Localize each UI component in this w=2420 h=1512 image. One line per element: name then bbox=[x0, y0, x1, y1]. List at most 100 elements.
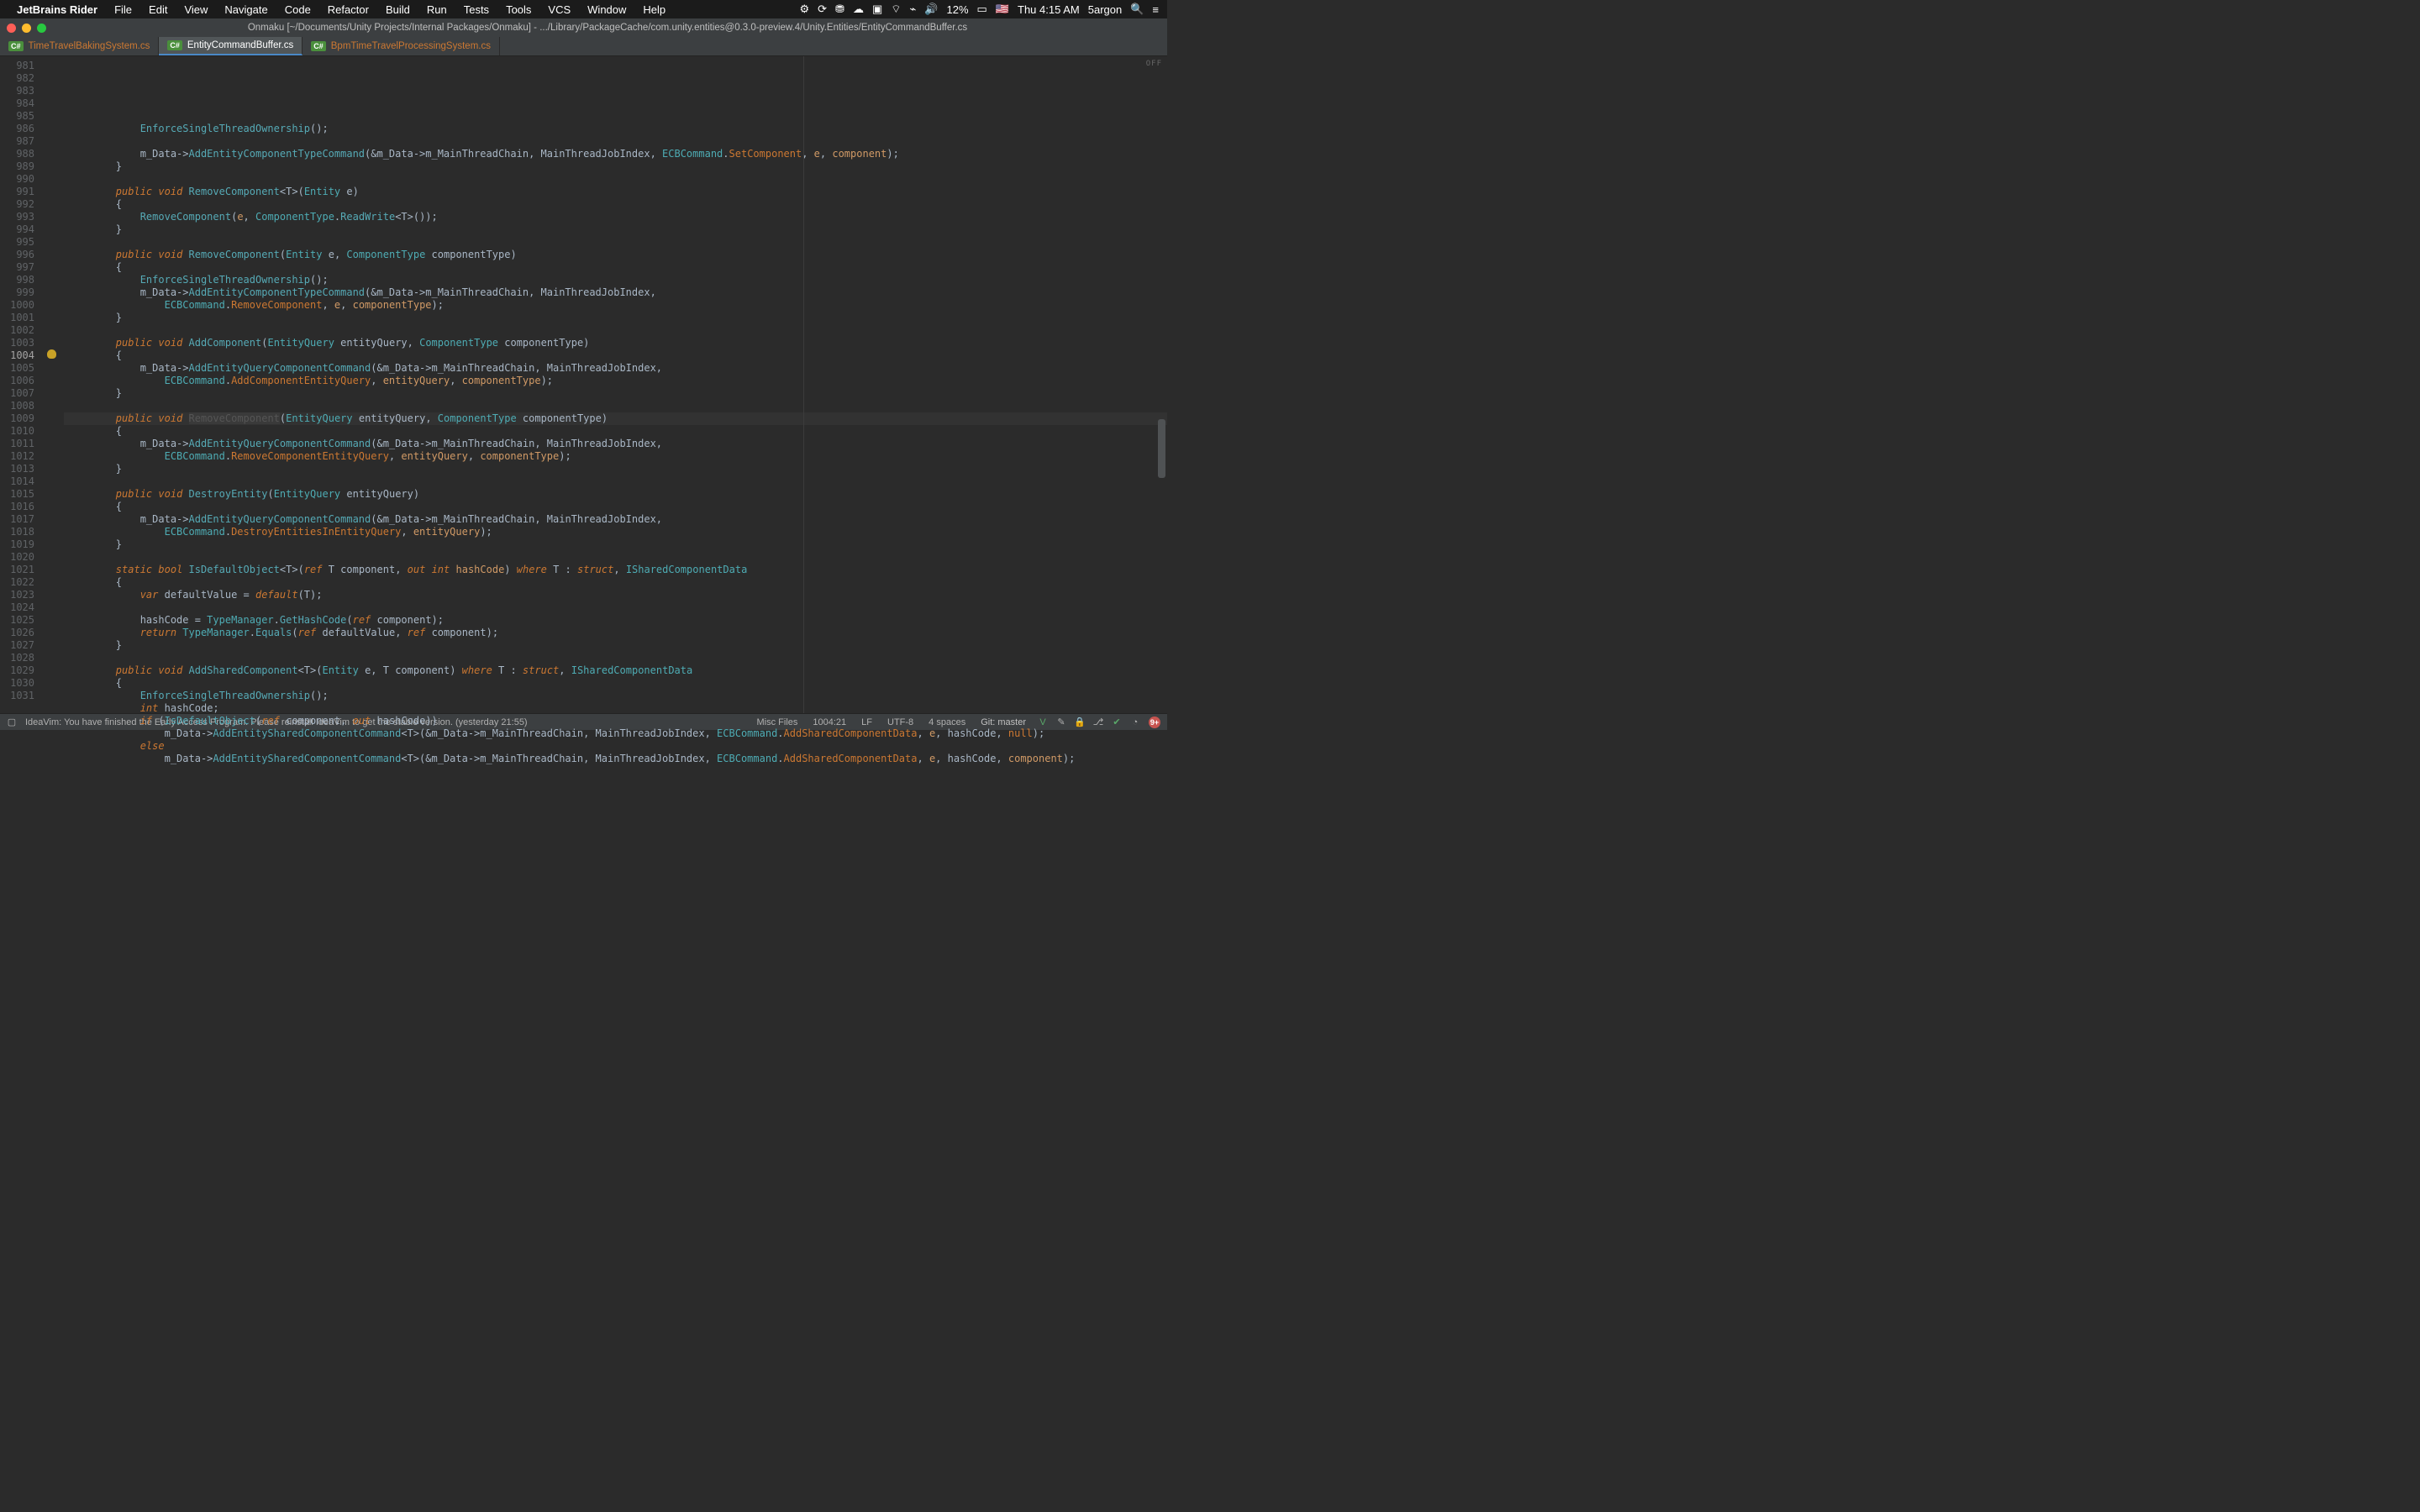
fold-cell bbox=[47, 652, 64, 664]
code-line[interactable]: ECBCommand.DestroyEntitiesInEntityQuery,… bbox=[64, 526, 1167, 538]
code-line[interactable]: m_Data->AddEntityComponentTypeCommand(&m… bbox=[64, 148, 1167, 160]
code-line[interactable]: RemoveComponent(e, ComponentType.ReadWri… bbox=[64, 211, 1167, 223]
fold-cell bbox=[47, 97, 64, 110]
input-flag-icon[interactable]: 🇺🇸 bbox=[996, 3, 1009, 16]
line-number: 983 bbox=[0, 85, 34, 97]
code-line[interactable]: public void RemoveComponent<T>(Entity e) bbox=[64, 186, 1167, 198]
menu-view[interactable]: View bbox=[184, 3, 208, 16]
code-line[interactable] bbox=[64, 236, 1167, 249]
code-line[interactable]: var defaultValue = default(T); bbox=[64, 589, 1167, 601]
code-line[interactable] bbox=[64, 173, 1167, 186]
code-line[interactable]: { bbox=[64, 261, 1167, 274]
menu-code[interactable]: Code bbox=[285, 3, 311, 16]
menu-help[interactable]: Help bbox=[643, 3, 666, 16]
code-line[interactable]: } bbox=[64, 538, 1167, 551]
code-line[interactable]: m_Data->AddEntityQueryComponentCommand(&… bbox=[64, 362, 1167, 375]
code-line[interactable]: public void RemoveComponent(Entity e, Co… bbox=[64, 249, 1167, 261]
line-number: 1012 bbox=[0, 450, 34, 463]
menu-build[interactable]: Build bbox=[386, 3, 410, 16]
code-area[interactable]: OFF EnforceSingleThreadOwnership(); m_Da… bbox=[64, 56, 1167, 713]
menu-tests[interactable]: Tests bbox=[464, 3, 489, 16]
tool-window-icon[interactable]: ▢ bbox=[7, 717, 17, 727]
code-line[interactable]: return TypeManager.Equals(ref defaultVal… bbox=[64, 627, 1167, 639]
tab-timetravelbakingsystem-cs[interactable]: C#TimeTravelBakingSystem.cs bbox=[0, 37, 159, 55]
fold-cell bbox=[47, 488, 64, 501]
code-line[interactable] bbox=[64, 135, 1167, 148]
menu-icon[interactable]: ≡ bbox=[1152, 3, 1159, 16]
code-line[interactable]: public void RemoveComponent(EntityQuery … bbox=[64, 412, 1167, 425]
code-line[interactable]: static bool IsDefaultObject<T>(ref T com… bbox=[64, 564, 1167, 576]
intention-bulb-icon[interactable] bbox=[47, 349, 56, 359]
fold-cell bbox=[47, 261, 64, 274]
dropbox-icon[interactable]: ⛃ bbox=[835, 3, 844, 16]
code-line[interactable]: m_Data->AddEntityQueryComponentCommand(&… bbox=[64, 438, 1167, 450]
code-line[interactable]: { bbox=[64, 501, 1167, 513]
code-line[interactable]: public void AddSharedComponent<T>(Entity… bbox=[64, 664, 1167, 677]
scrollbar-thumb[interactable] bbox=[1158, 419, 1165, 478]
unity-icon[interactable]: ⚙ bbox=[799, 3, 809, 16]
displays-icon[interactable]: ▣ bbox=[872, 3, 882, 16]
cloud-icon[interactable]: ☁ bbox=[853, 3, 864, 16]
code-line[interactable]: else bbox=[64, 740, 1167, 753]
menu-edit[interactable]: Edit bbox=[149, 3, 167, 16]
code-line[interactable]: ECBCommand.AddComponentEntityQuery, enti… bbox=[64, 375, 1167, 387]
code-line[interactable]: m_Data->AddEntitySharedComponentCommand<… bbox=[64, 753, 1167, 765]
code-line[interactable] bbox=[64, 551, 1167, 564]
code-line[interactable]: { bbox=[64, 677, 1167, 690]
code-line[interactable] bbox=[64, 475, 1167, 488]
code-line[interactable] bbox=[64, 400, 1167, 412]
menu-run[interactable]: Run bbox=[427, 3, 447, 16]
code-line[interactable]: public void AddComponent(EntityQuery ent… bbox=[64, 337, 1167, 349]
wifi-icon[interactable]: ⌔ bbox=[891, 3, 901, 16]
code-line[interactable] bbox=[64, 601, 1167, 614]
code-line[interactable]: } bbox=[64, 639, 1167, 652]
code-line[interactable]: m_Data->AddEntitySharedComponentCommand<… bbox=[64, 727, 1167, 740]
menu-tools[interactable]: Tools bbox=[506, 3, 531, 16]
tab-entitycommandbuffer-cs[interactable]: C#EntityCommandBuffer.cs bbox=[159, 37, 302, 55]
battery-label[interactable]: 12% bbox=[947, 3, 969, 16]
code-line[interactable] bbox=[64, 324, 1167, 337]
zoom-window-button[interactable] bbox=[37, 24, 46, 33]
code-line[interactable]: { bbox=[64, 349, 1167, 362]
code-line[interactable]: int hashCode; bbox=[64, 702, 1167, 715]
code-line[interactable]: { bbox=[64, 198, 1167, 211]
code-line[interactable]: m_Data->AddEntityComponentTypeCommand(&m… bbox=[64, 286, 1167, 299]
fold-cell bbox=[47, 412, 64, 425]
minimize-window-button[interactable] bbox=[22, 24, 31, 33]
code-line[interactable]: } bbox=[64, 160, 1167, 173]
menu-refactor[interactable]: Refactor bbox=[328, 3, 369, 16]
code-line[interactable]: } bbox=[64, 387, 1167, 400]
search-icon[interactable]: 🔍 bbox=[1130, 3, 1144, 16]
menu-navigate[interactable]: Navigate bbox=[224, 3, 267, 16]
user-label[interactable]: 5argon bbox=[1088, 3, 1122, 16]
tab-bpmtimetravelprocessingsystem-cs[interactable]: C#BpmTimeTravelProcessingSystem.cs bbox=[302, 37, 500, 55]
code-line[interactable]: m_Data->AddEntityQueryComponentCommand(&… bbox=[64, 513, 1167, 526]
app-name[interactable]: JetBrains Rider bbox=[17, 3, 97, 16]
sync-icon[interactable]: ⟳ bbox=[818, 3, 827, 16]
code-line[interactable]: if (IsDefaultObject(ref component, out h… bbox=[64, 715, 1167, 727]
code-line[interactable]: EnforceSingleThreadOwnership(); bbox=[64, 274, 1167, 286]
code-line[interactable]: ECBCommand.RemoveComponent, e, component… bbox=[64, 299, 1167, 312]
menu-window[interactable]: Window bbox=[587, 3, 626, 16]
battery-icon[interactable]: ▭ bbox=[977, 3, 987, 16]
code-line[interactable] bbox=[64, 652, 1167, 664]
bluetooth-icon[interactable]: ⌁ bbox=[909, 3, 916, 16]
menu-vcs[interactable]: VCS bbox=[548, 3, 571, 16]
line-number: 1007 bbox=[0, 387, 34, 400]
code-line[interactable]: } bbox=[64, 223, 1167, 236]
close-window-button[interactable] bbox=[7, 24, 16, 33]
code-line[interactable]: ECBCommand.RemoveComponentEntityQuery, e… bbox=[64, 450, 1167, 463]
code-line[interactable]: } bbox=[64, 312, 1167, 324]
code-line[interactable]: { bbox=[64, 425, 1167, 438]
code-line[interactable]: EnforceSingleThreadOwnership(); bbox=[64, 123, 1167, 135]
vertical-scrollbar[interactable] bbox=[1158, 58, 1165, 711]
clock-label[interactable]: Thu 4:15 AM bbox=[1018, 3, 1080, 16]
code-line[interactable]: public void DestroyEntity(EntityQuery en… bbox=[64, 488, 1167, 501]
code-line[interactable]: EnforceSingleThreadOwnership(); bbox=[64, 690, 1167, 702]
code-line[interactable]: } bbox=[64, 463, 1167, 475]
line-number: 992 bbox=[0, 198, 34, 211]
menu-file[interactable]: File bbox=[114, 3, 132, 16]
code-line[interactable]: hashCode = TypeManager.GetHashCode(ref c… bbox=[64, 614, 1167, 627]
code-line[interactable]: { bbox=[64, 576, 1167, 589]
volume-icon[interactable]: 🔊 bbox=[924, 3, 938, 16]
